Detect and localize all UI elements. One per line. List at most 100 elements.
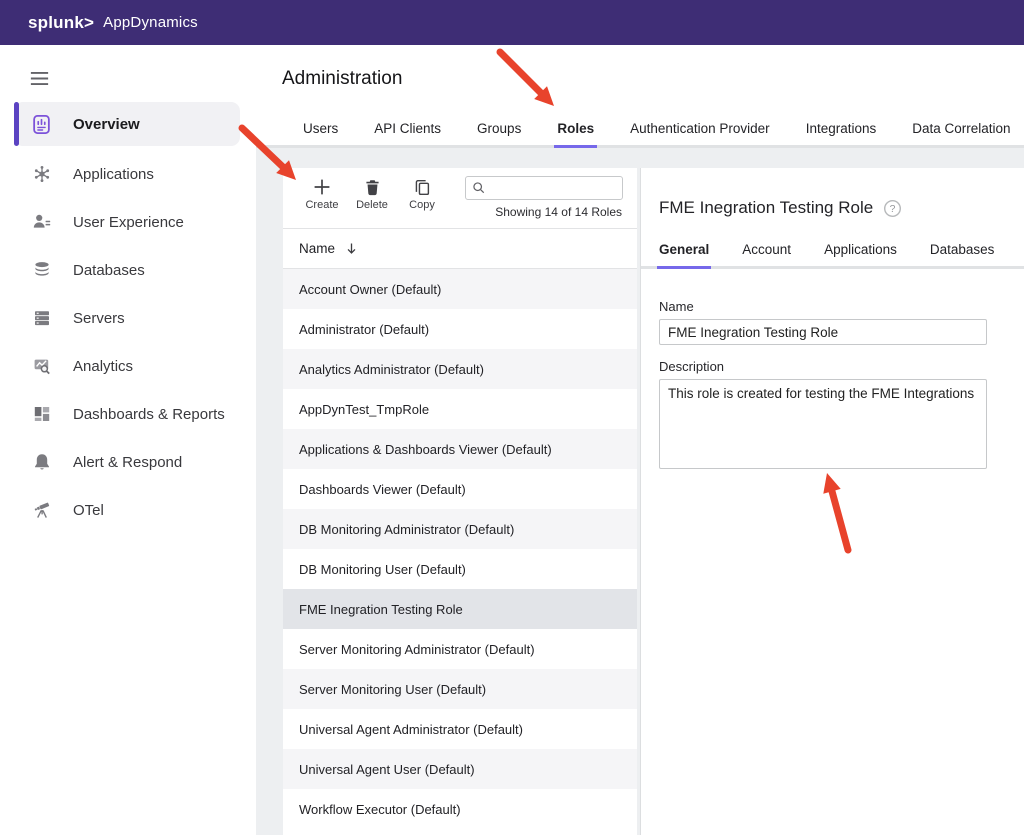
table-row[interactable]: Server Monitoring Administrator (Default…	[283, 629, 637, 669]
copy-button-label: Copy	[409, 199, 435, 211]
servers-icon	[30, 308, 53, 328]
table-row[interactable]: Account Owner (Default)	[283, 269, 637, 309]
sidebar-item-analytics[interactable]: Analytics	[0, 342, 256, 390]
role-description-field[interactable]: This role is created for testing the FME…	[659, 379, 987, 469]
role-name-text: DB Monitoring Administrator (Default)	[299, 522, 514, 537]
table-row[interactable]: Universal Agent User (Default)	[283, 749, 637, 789]
role-name-field[interactable]	[659, 319, 987, 345]
detail-tab-applications[interactable]: Applications	[824, 242, 897, 266]
tab-integrations[interactable]: Integrations	[806, 121, 877, 145]
roles-toolbar: Create Delete Copy	[283, 168, 637, 229]
table-row[interactable]: Universal Agent Administrator (Default)	[283, 709, 637, 749]
role-name-text: Workflow Executor (Default)	[299, 802, 461, 817]
tab-data-correlation[interactable]: Data Correlation	[912, 121, 1010, 145]
sidebar-item-dashboards-reports[interactable]: Dashboards & Reports	[0, 390, 256, 438]
table-row[interactable]: Dashboards Viewer (Default)	[283, 469, 637, 509]
help-icon[interactable]: ?	[883, 199, 902, 218]
description-field-label: Description	[659, 359, 1024, 374]
table-row[interactable]: Analytics Administrator (Default)	[283, 349, 637, 389]
search-icon	[472, 181, 486, 195]
bell-icon	[30, 452, 53, 472]
sort-descending-icon[interactable]	[344, 241, 359, 256]
copy-icon	[413, 176, 432, 198]
table-row[interactable]: Workflow Executor (Default)	[283, 789, 637, 829]
sidebar-item-label: Dashboards & Reports	[73, 406, 225, 423]
showing-count-text: Showing 14 of 14 Roles	[495, 205, 623, 219]
table-row[interactable]: Administrator (Default)	[283, 309, 637, 349]
delete-button[interactable]: Delete	[347, 176, 397, 211]
role-name-text: Server Monitoring User (Default)	[299, 682, 486, 697]
table-row[interactable]: AppDynTest_TmpRole	[283, 389, 637, 429]
sidebar-item-databases[interactable]: Databases	[0, 246, 256, 294]
delete-button-label: Delete	[356, 199, 388, 211]
table-row[interactable]: DB Monitoring User (Default)	[283, 549, 637, 589]
splunk-logo: splunk>	[28, 13, 94, 33]
tab-api-clients[interactable]: API Clients	[374, 121, 441, 145]
role-name-text: Universal Agent User (Default)	[299, 762, 475, 777]
trash-icon	[363, 176, 382, 198]
tab-users[interactable]: Users	[303, 121, 338, 145]
sidebar-item-otel[interactable]: OTel	[0, 486, 256, 534]
table-row[interactable]: Server Monitoring User (Default)	[283, 669, 637, 709]
detail-tab-general[interactable]: General	[659, 242, 709, 266]
sidebar-item-user-experience[interactable]: User Experience	[0, 198, 256, 246]
sidebar-item-label: Applications	[73, 166, 154, 183]
role-general-form: Name Description This role is created fo…	[641, 269, 1024, 474]
sidebar-nav: Overview Applications User Experience Datab…	[0, 102, 256, 534]
role-name-text: Account Owner (Default)	[299, 282, 441, 297]
role-name-text: Applications & Dashboards Viewer (Defaul…	[299, 442, 552, 457]
sidebar-item-applications[interactable]: Applications	[0, 150, 256, 198]
tab-authentication-provider[interactable]: Authentication Provider	[630, 121, 770, 145]
sidebar-item-label: Overview	[73, 116, 140, 133]
role-name-text: DB Monitoring User (Default)	[299, 562, 466, 577]
tab-groups[interactable]: Groups	[477, 121, 521, 145]
detail-tab-databases[interactable]: Databases	[930, 242, 995, 266]
selected-indicator	[14, 102, 19, 146]
overview-icon	[30, 114, 53, 135]
user-experience-icon	[30, 212, 53, 232]
sidebar-item-label: Alert & Respond	[73, 454, 182, 471]
applications-icon	[30, 164, 53, 184]
table-row[interactable]: Applications & Dashboards Viewer (Defaul…	[283, 429, 637, 469]
role-name-text: Analytics Administrator (Default)	[299, 362, 484, 377]
content-area: Create Delete Copy	[256, 148, 1024, 835]
detail-tab-account[interactable]: Account	[742, 242, 791, 266]
sidebar-item-label: Analytics	[73, 358, 133, 375]
create-button-label: Create	[305, 199, 338, 211]
admin-tab-bar: Users API Clients Groups Roles Authenticatio…	[256, 121, 1024, 148]
page-title: Administration	[256, 45, 1024, 90]
sidebar-item-servers[interactable]: Servers	[0, 294, 256, 342]
sidebar-item-label: Servers	[73, 310, 125, 327]
role-name-text: AppDynTest_TmpRole	[299, 402, 429, 417]
search-input[interactable]	[491, 176, 622, 200]
table-row[interactable]: FME Inegration Testing Role	[283, 589, 637, 629]
telescope-icon	[30, 500, 53, 520]
copy-button[interactable]: Copy	[397, 176, 447, 211]
role-detail-panel: FME Inegration Testing Role ? GeneralAcc…	[640, 168, 1024, 835]
svg-text:?: ?	[890, 204, 896, 215]
table-row[interactable]: DB Monitoring Administrator (Default)	[283, 509, 637, 549]
role-detail-tab-bar: General Account Applications Databases	[641, 242, 1024, 269]
hamburger-menu-icon[interactable]	[28, 66, 52, 90]
create-button[interactable]: Create	[297, 176, 347, 211]
search-area: Showing 14 of 14 Roles	[465, 176, 623, 219]
analytics-icon	[30, 356, 53, 376]
sidebar-item-label: Databases	[73, 262, 145, 279]
role-name-text: Server Monitoring Administrator (Default…	[299, 642, 535, 657]
sidebar-item-alert-respond[interactable]: Alert & Respond	[0, 438, 256, 486]
sidebar-item-label: User Experience	[73, 214, 184, 231]
role-name-text: Universal Agent Administrator (Default)	[299, 722, 523, 737]
name-column-header[interactable]: Name	[283, 229, 637, 269]
role-name-text: FME Inegration Testing Role	[299, 602, 463, 617]
admin-header: Administration Users API Clients Groups Rol…	[256, 45, 1024, 148]
sidebar-item-label: OTel	[73, 502, 104, 519]
sidebar-item-overview[interactable]: Overview	[14, 102, 240, 146]
name-column-label: Name	[299, 241, 335, 256]
tab-roles[interactable]: Roles	[557, 121, 594, 145]
roles-table: Account Owner (Default) Administrator (De…	[283, 269, 637, 829]
appdynamics-logo-text: AppDynamics	[103, 14, 198, 31]
role-name-text: Dashboards Viewer (Default)	[299, 482, 466, 497]
top-bar: splunk> AppDynamics	[0, 0, 1024, 45]
dashboards-icon	[30, 404, 53, 424]
role-name-text: Administrator (Default)	[299, 322, 429, 337]
